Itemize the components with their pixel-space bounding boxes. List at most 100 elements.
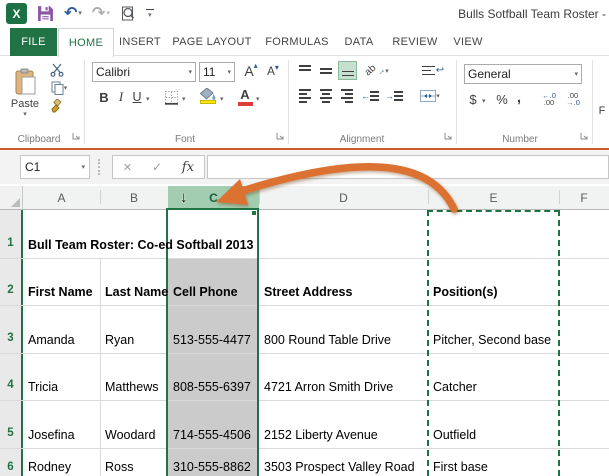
row-header-6[interactable]: 6 — [0, 448, 21, 476]
font-dialog-launcher[interactable] — [276, 132, 286, 142]
underline-button[interactable]: U — [130, 88, 144, 106]
column-header-e[interactable]: E — [428, 186, 559, 210]
cell-a1[interactable]: Bull Team Roster: Co-ed Softball 2013 — [23, 210, 257, 258]
merge-center-button[interactable] — [418, 87, 442, 105]
cell-e6[interactable]: First base — [428, 448, 559, 476]
cell-b5[interactable]: Woodard — [100, 400, 168, 448]
format-painter-button[interactable] — [48, 98, 66, 114]
excel-logo-icon[interactable]: X — [6, 3, 27, 199]
borders-dropdown-icon[interactable] — [182, 95, 186, 103]
cell-c6[interactable]: 310-555-8862 — [168, 448, 257, 476]
fill-color-dropdown-icon[interactable] — [220, 95, 224, 103]
insert-function-button[interactable]: fx — [182, 160, 194, 175]
font-size-caret-icon — [227, 68, 231, 76]
accounting-format-button[interactable]: $ — [466, 90, 480, 108]
cut-button[interactable] — [48, 62, 66, 78]
redo-button[interactable]: ↷ — [92, 5, 110, 22]
orientation-button[interactable]: ab → — [363, 61, 390, 80]
tab-insert[interactable]: INSERT — [114, 28, 166, 56]
enter-icon[interactable] — [152, 158, 162, 176]
comma-style-button[interactable]: , — [514, 88, 524, 106]
decrease-font-size-button[interactable]: A ▾ — [263, 61, 283, 83]
cell-a4[interactable]: Tricia — [23, 353, 100, 400]
cell-c4[interactable]: 808-555-6397 — [168, 353, 257, 400]
row-header-5[interactable]: 5 — [0, 400, 21, 448]
fill-color-button[interactable] — [198, 86, 218, 106]
increase-decimal-button[interactable]: ←.0.00 — [538, 89, 560, 109]
cell-b6[interactable]: Ross — [100, 448, 168, 476]
decrease-decimal-button[interactable]: .00 →.0 — [562, 89, 584, 109]
middle-align-button[interactable] — [317, 62, 335, 80]
column-header-b[interactable]: B — [100, 186, 168, 210]
cell-a2[interactable]: First Name — [23, 258, 100, 305]
borders-button[interactable] — [162, 88, 180, 106]
select-all-button[interactable] — [0, 186, 23, 210]
cell-c3[interactable]: 513-555-4477 — [168, 305, 257, 353]
bottom-align-button[interactable] — [338, 61, 357, 80]
paste-button[interactable]: Paste — [8, 60, 42, 126]
column-header-a[interactable]: A — [23, 186, 100, 210]
bold-button[interactable]: B — [96, 88, 112, 106]
underline-dropdown-icon[interactable] — [146, 95, 150, 103]
font-color-dropdown-icon[interactable] — [256, 95, 260, 103]
top-align-button[interactable] — [296, 62, 314, 80]
tab-formulas[interactable]: FORMULAS — [260, 28, 334, 56]
cell-a3[interactable]: Amanda — [23, 305, 100, 353]
cell-d3[interactable]: 800 Round Table Drive — [259, 305, 428, 353]
increase-font-size-button[interactable]: A ▴ — [241, 60, 261, 82]
tab-review[interactable]: REVIEW — [386, 28, 444, 56]
alignment-dialog-launcher[interactable] — [444, 132, 454, 142]
undo-button[interactable]: ↶ — [64, 5, 82, 22]
font-size-combo[interactable]: 11 — [199, 62, 235, 82]
customize-qat-button[interactable] — [145, 8, 154, 19]
tab-file[interactable]: FILE — [10, 28, 57, 56]
cell-e5[interactable]: Outfield — [428, 400, 559, 448]
cell-d4[interactable]: 4721 Arron Smith Drive — [259, 353, 428, 400]
increase-indent-button[interactable]: → — [384, 87, 404, 105]
decrease-indent-button[interactable]: ← — [360, 87, 380, 105]
conditional-formatting-partial[interactable]: F — [596, 104, 608, 118]
cell-a5[interactable]: Josefina — [23, 400, 100, 448]
cell-e2[interactable]: Position(s) — [428, 258, 559, 305]
name-box[interactable]: C1 — [20, 155, 90, 179]
clipboard-dialog-launcher[interactable] — [72, 132, 82, 142]
align-right-button[interactable] — [338, 87, 356, 105]
tab-home[interactable]: HOME — [58, 28, 114, 57]
column-header-f[interactable]: F — [559, 186, 609, 210]
tab-page-layout[interactable]: PAGE LAYOUT — [168, 28, 256, 56]
cell-b3[interactable]: Ryan — [100, 305, 168, 353]
cell-e4[interactable]: Catcher — [428, 353, 559, 400]
tab-view[interactable]: VIEW — [446, 28, 490, 56]
wrap-text-button[interactable]: ↩ — [420, 61, 446, 80]
cell-d2[interactable]: Street Address — [259, 258, 428, 305]
row-header-2[interactable]: 2 — [0, 258, 21, 305]
cell-a6[interactable]: Rodney — [23, 448, 100, 476]
print-preview-button[interactable] — [120, 5, 136, 22]
column-header-d[interactable]: D — [259, 186, 428, 210]
decrease-decimal-bottom: →.0 — [566, 98, 580, 107]
cell-b2[interactable]: Last Name — [100, 258, 168, 305]
formula-input[interactable] — [207, 155, 609, 179]
copy-button[interactable] — [46, 80, 72, 96]
percent-style-button[interactable]: % — [494, 90, 510, 108]
align-center-button[interactable] — [317, 87, 335, 105]
font-color-button[interactable]: A — [236, 85, 254, 107]
number-format-combo[interactable]: General — [464, 64, 582, 84]
cell-b4[interactable]: Matthews — [100, 353, 168, 400]
row-header-4[interactable]: 4 — [0, 353, 21, 400]
accounting-dropdown-icon[interactable] — [482, 97, 486, 105]
save-button[interactable] — [37, 5, 54, 22]
row-header-3[interactable]: 3 — [0, 305, 21, 353]
cell-d6[interactable]: 3503 Prospect Valley Road — [259, 448, 428, 476]
row-header-1[interactable]: 1 — [0, 210, 21, 258]
align-left-button[interactable] — [296, 87, 314, 105]
number-dialog-launcher[interactable] — [580, 132, 590, 142]
cell-e3[interactable]: Pitcher, Second base — [428, 305, 559, 353]
font-name-combo[interactable]: Calibri — [92, 62, 196, 82]
cell-c2[interactable]: Cell Phone — [168, 258, 257, 305]
cancel-icon[interactable] — [123, 158, 132, 176]
tab-data[interactable]: DATA — [336, 28, 382, 56]
italic-button[interactable]: I — [114, 88, 128, 106]
cell-d5[interactable]: 2152 Liberty Avenue — [259, 400, 428, 448]
cell-c5[interactable]: 714-555-4506 — [168, 400, 257, 448]
